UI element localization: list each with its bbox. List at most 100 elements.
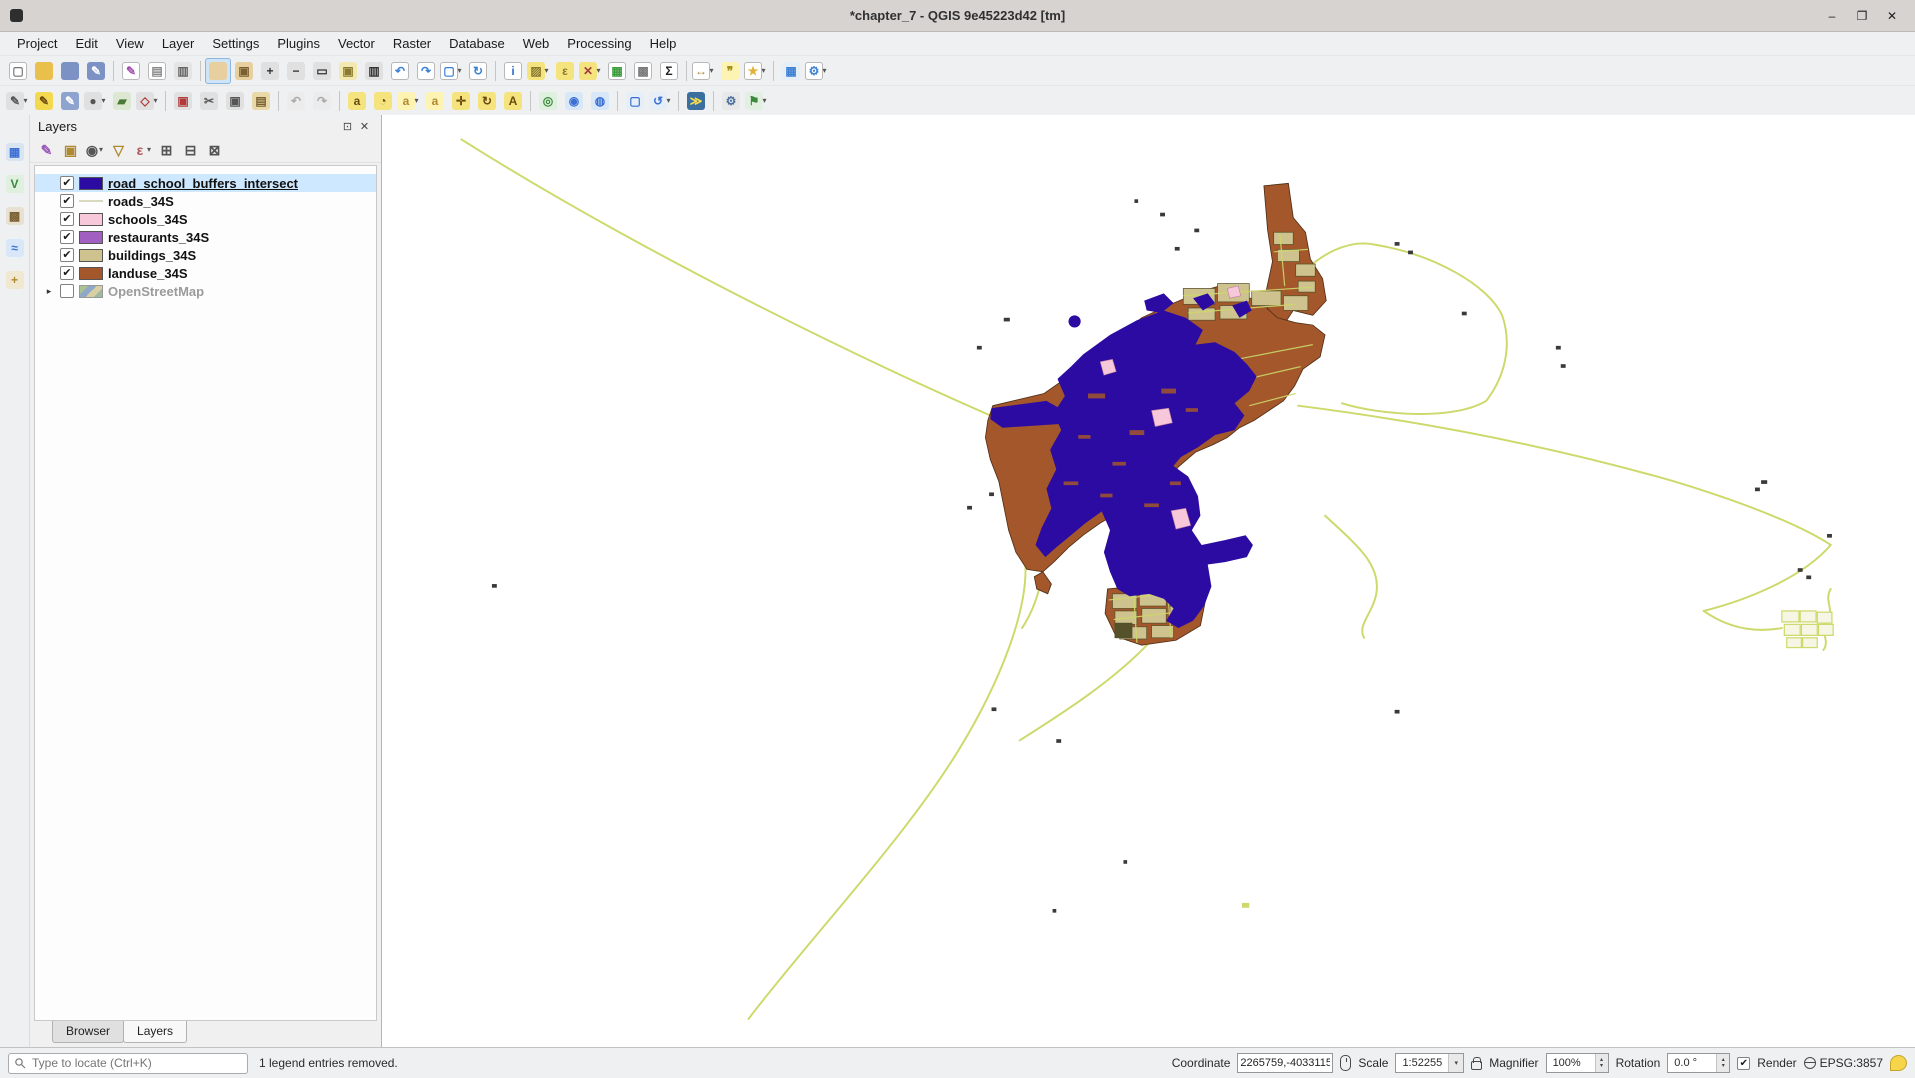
minimize-button[interactable]: – xyxy=(1817,4,1847,28)
dropdown-arrow-icon[interactable]: ▾ xyxy=(760,96,769,105)
new-bookmark-button[interactable]: ★▾ xyxy=(743,58,769,84)
zoom-out-button[interactable]: − xyxy=(283,58,309,84)
add-polygon-feature-button[interactable]: ▰ xyxy=(109,88,135,114)
digitize-with-segment-button[interactable]: ●▾ xyxy=(83,88,109,114)
menu-raster[interactable]: Raster xyxy=(384,34,440,53)
undo-button[interactable]: ↶ xyxy=(283,88,309,114)
deselect-features-button[interactable]: ✕▾ xyxy=(578,58,604,84)
data-source-manager-button[interactable]: ▦ xyxy=(2,139,28,165)
tab-browser[interactable]: Browser xyxy=(52,1021,124,1043)
lock-scale-icon[interactable] xyxy=(1471,1061,1482,1070)
dropdown-arrow-icon[interactable]: ▾ xyxy=(97,145,105,154)
close-panel-icon[interactable]: ✕ xyxy=(356,118,373,135)
save-layer-edits-button[interactable]: ✎ xyxy=(57,88,83,114)
chevron-down-icon[interactable]: ▾ xyxy=(1448,1054,1463,1072)
dropdown-arrow-icon[interactable]: ▾ xyxy=(412,96,421,105)
style-manager-button[interactable]: ✎ xyxy=(118,58,144,84)
close-button[interactable]: ✕ xyxy=(1877,4,1907,28)
layer-visibility-checkbox[interactable]: ✔ xyxy=(60,230,74,244)
pan-to-selection-button[interactable]: ▣ xyxy=(231,58,257,84)
menu-vector[interactable]: Vector xyxy=(329,34,384,53)
add-raster-layer-button[interactable]: ▩ xyxy=(2,203,28,229)
layer-row[interactable]: ✔road_school_buffers_intersect xyxy=(35,174,376,192)
messages-icon[interactable] xyxy=(1890,1055,1907,1071)
menu-layer[interactable]: Layer xyxy=(153,34,204,53)
nominatim-geocoder-button[interactable]: ◎ xyxy=(535,88,561,114)
pan-map-button[interactable] xyxy=(205,58,231,84)
layer-visibility-checkbox[interactable]: ✔ xyxy=(60,248,74,262)
filter-legend-button[interactable]: ▽ xyxy=(107,138,130,161)
grass-tools-button[interactable]: ⚑▾ xyxy=(744,88,770,114)
change-label-button[interactable]: A xyxy=(500,88,526,114)
identify-features-button[interactable]: i xyxy=(500,58,526,84)
new-3d-map-button[interactable]: ▦ xyxy=(778,58,804,84)
menu-view[interactable]: View xyxy=(107,34,153,53)
layer-row[interactable]: ✔roads_34S xyxy=(35,192,376,210)
menu-help[interactable]: Help xyxy=(641,34,686,53)
menu-settings[interactable]: Settings xyxy=(203,34,268,53)
statistical-summary-button[interactable]: Σ xyxy=(656,58,682,84)
dropdown-arrow-icon[interactable]: ▾ xyxy=(145,145,153,154)
spin-arrows-icon[interactable]: ▴ ▾ xyxy=(1716,1054,1729,1072)
copy-features-button[interactable]: ▣ xyxy=(222,88,248,114)
open-attribute-table-button[interactable]: ▦ xyxy=(604,58,630,84)
extent-toggle-icon[interactable] xyxy=(1340,1055,1351,1071)
copy-style-button[interactable]: ▢ xyxy=(622,88,648,114)
delete-selected-button[interactable]: ▣ xyxy=(170,88,196,114)
current-edits-button[interactable]: ✎▾ xyxy=(5,88,31,114)
layout-manager-button[interactable]: ▥ xyxy=(170,58,196,84)
menu-web[interactable]: Web xyxy=(514,34,559,53)
tab-layers[interactable]: Layers xyxy=(123,1021,187,1043)
locator-search[interactable] xyxy=(8,1053,248,1074)
save-project-button[interactable] xyxy=(57,58,83,84)
add-group-button[interactable]: ▣ xyxy=(59,138,82,161)
menu-plugins[interactable]: Plugins xyxy=(268,34,329,53)
layer-visibility-checkbox[interactable]: ✔ xyxy=(60,266,74,280)
pin-labels-button[interactable]: a▾ xyxy=(396,88,422,114)
layer-row[interactable]: ✔restaurants_34S xyxy=(35,228,376,246)
dropdown-arrow-icon[interactable]: ▾ xyxy=(759,66,768,75)
layer-visibility-checkbox[interactable]: ✔ xyxy=(60,212,74,226)
new-project-button[interactable]: ▢ xyxy=(5,58,31,84)
map-history-button[interactable]: ↺▾ xyxy=(648,88,674,114)
expand-all-button[interactable]: ⊞ xyxy=(155,138,178,161)
python-console-button[interactable]: ≫ xyxy=(683,88,709,114)
remove-layer-button[interactable]: ⊠ xyxy=(203,138,226,161)
open-project-button[interactable] xyxy=(31,58,57,84)
dropdown-arrow-icon[interactable]: ▾ xyxy=(707,66,716,75)
processing-gear-button[interactable]: ⚙ xyxy=(718,88,744,114)
layer-labeling-button[interactable]: a xyxy=(344,88,370,114)
locator-input[interactable] xyxy=(30,1055,242,1071)
osm-place-search-button[interactable]: ◉ xyxy=(561,88,587,114)
layer-diagram-button[interactable]: ◔ xyxy=(370,88,396,114)
spin-arrows-icon[interactable]: ▴ ▾ xyxy=(1595,1054,1608,1072)
dropdown-arrow-icon[interactable]: ▾ xyxy=(21,96,30,105)
map-canvas[interactable] xyxy=(382,115,1915,1047)
zoom-to-layer-button[interactable]: ▥ xyxy=(361,58,387,84)
undock-panel-icon[interactable]: ⊡ xyxy=(339,118,356,135)
scale-combo[interactable]: 1:52255 ▾ xyxy=(1395,1053,1464,1073)
magnifier-spin[interactable]: 100% ▴ ▾ xyxy=(1546,1053,1609,1073)
rotate-label-button[interactable]: ↻ xyxy=(474,88,500,114)
collapse-all-button[interactable]: ⊟ xyxy=(179,138,202,161)
expand-arrow-icon[interactable]: ▸ xyxy=(43,286,55,297)
dropdown-arrow-icon[interactable]: ▾ xyxy=(455,66,464,75)
maximize-button[interactable]: ❐ xyxy=(1847,4,1877,28)
add-mesh-layer-button[interactable]: ≈ xyxy=(2,235,28,261)
metasearch-button[interactable]: ◍ xyxy=(587,88,613,114)
processing-toolbox-button[interactable]: ⚙▾ xyxy=(804,58,830,84)
layer-row[interactable]: ✔landuse_34S xyxy=(35,264,376,282)
manage-map-themes-button[interactable]: ◉▾ xyxy=(83,138,106,161)
zoom-in-button[interactable]: + xyxy=(257,58,283,84)
layer-row[interactable]: ✔schools_34S xyxy=(35,210,376,228)
layer-visibility-checkbox[interactable]: ✔ xyxy=(60,194,74,208)
spin-down-icon[interactable]: ▾ xyxy=(1722,1063,1725,1069)
rotation-spin[interactable]: 0.0 ° ▴ ▾ xyxy=(1667,1053,1730,1073)
crs-button[interactable]: EPSG:3857 xyxy=(1804,1056,1883,1070)
map-tips-button[interactable]: ❞ xyxy=(717,58,743,84)
dropdown-arrow-icon[interactable]: ▾ xyxy=(820,66,829,75)
layer-row[interactable]: ▸OpenStreetMap xyxy=(35,282,376,300)
filter-by-expression-button[interactable]: ε▾ xyxy=(131,138,154,161)
move-label-button[interactable]: ✛ xyxy=(448,88,474,114)
menu-project[interactable]: Project xyxy=(8,34,66,53)
